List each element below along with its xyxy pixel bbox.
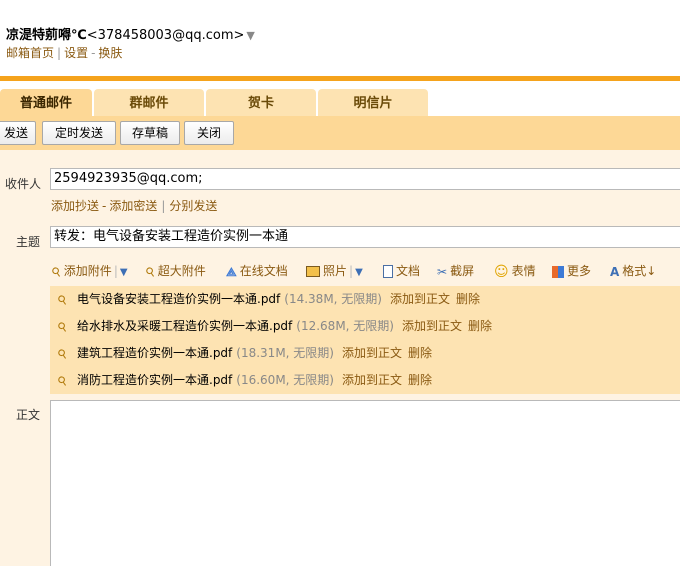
- online-docs-button[interactable]: ⟁ 在线文档: [226, 262, 288, 280]
- attachment-meta: (14.38M, 无限期): [284, 292, 382, 306]
- save-draft-button[interactable]: 存草稿: [120, 121, 180, 145]
- mail-header: 凉湜特莂嘚℃<378458003@qq.com> ▼ 邮箱首页 | 设置 - 换肤: [0, 0, 680, 76]
- chevron-down-icon[interactable]: ▼: [246, 29, 254, 42]
- docs-button[interactable]: 文档: [383, 262, 420, 280]
- list-item: ⚲ 消防工程造价实例一本通.pdf (16.60M, 无限期) 添加到正文 删除: [50, 367, 432, 394]
- list-item: ⚲ 电气设备安装工程造价实例一本通.pdf (14.38M, 无限期) 添加到正文 删除: [50, 286, 480, 313]
- add-attachment-label: 添加附件: [63, 264, 112, 278]
- paperclip-icon: ⚲: [54, 345, 71, 363]
- add-cc-link[interactable]: 添加抄送: [51, 199, 99, 213]
- large-attachment-button[interactable]: ⚲超大附件: [143, 262, 206, 280]
- user-email: <378458003@qq.com>: [86, 28, 245, 43]
- docs-label: 文档: [396, 264, 421, 278]
- emoji-label: 表情: [511, 264, 536, 278]
- attachment-meta: (16.60M, 无限期): [236, 373, 334, 387]
- grid-icon: [552, 265, 564, 278]
- delete-attachment-link[interactable]: 删除: [468, 319, 492, 333]
- link-settings[interactable]: 设置: [64, 46, 88, 60]
- link-skin[interactable]: 换肤: [98, 46, 122, 60]
- delete-attachment-link[interactable]: 删除: [408, 346, 432, 360]
- user-account[interactable]: 凉湜特莂嘚℃<378458003@qq.com> ▼: [6, 24, 255, 43]
- subject-label: 主题: [16, 235, 41, 249]
- compose-area: 收件人 2594923935@qq.com; 添加抄送 - 添加密送 | 分别发送 主题…: [0, 150, 680, 566]
- attachment-name: 消防工程造价实例一本通.pdf: [77, 373, 233, 387]
- more-button[interactable]: 更多: [552, 262, 591, 280]
- screenshot-label: 截屏: [450, 264, 475, 278]
- user-nickname: 凉湜特莂嘚℃: [6, 28, 87, 43]
- list-item: ⚲ 建筑工程造价实例一本通.pdf (18.31M, 无限期) 添加到正文 删除: [50, 340, 432, 367]
- large-attachment-label: 超大附件: [157, 264, 206, 278]
- attachment-name: 给水排水及采暖工程造价实例一本通.pdf: [77, 319, 293, 333]
- close-button[interactable]: 关闭: [184, 121, 234, 145]
- photos-button[interactable]: 照片 | ▼: [306, 262, 363, 280]
- divider: |: [349, 264, 354, 278]
- separate-send-link[interactable]: 分别发送: [169, 199, 217, 213]
- attachment-meta: (18.31M, 无限期): [236, 346, 334, 360]
- document-icon: [383, 265, 393, 278]
- attachment-name: 电气设备安装工程造价实例一本通.pdf: [77, 292, 281, 306]
- list-item: ⚲ 给水排水及采暖工程造价实例一本通.pdf (12.68M, 无限期) 添加到正文删…: [50, 313, 492, 340]
- screenshot-button[interactable]: ✂ 截屏: [437, 262, 474, 280]
- paperclip-icon: ⚲: [54, 372, 71, 390]
- link-mailbox-home[interactable]: 邮箱首页: [6, 46, 54, 60]
- add-attachment-button[interactable]: ⚲添加附件 | ▼: [49, 262, 128, 280]
- subject-field[interactable]: 转发：电气设备安装工程造价实例一本通: [50, 226, 680, 248]
- chevron-down-icon[interactable]: ▼: [355, 267, 363, 278]
- tab-group-mail[interactable]: 群邮件: [94, 89, 204, 117]
- body-label: 正文: [16, 408, 41, 422]
- divider: -: [91, 46, 96, 60]
- divider: -: [102, 199, 107, 213]
- header-divider: [0, 76, 680, 81]
- divider: |: [57, 46, 62, 60]
- share-icon: ⟁: [226, 264, 237, 279]
- attachment-name: 建筑工程造价实例一本通.pdf: [77, 346, 233, 360]
- smiley-icon: ☺: [494, 263, 509, 280]
- send-button[interactable]: 发送: [0, 121, 36, 145]
- format-button[interactable]: A 格式↓: [610, 262, 656, 280]
- photos-label: 照片: [323, 264, 348, 278]
- compose-tabs: 普通邮件 群邮件 贺卡 明信片: [0, 89, 680, 117]
- add-to-body-link[interactable]: 添加到正文: [402, 319, 462, 333]
- more-label: 更多: [567, 264, 592, 278]
- add-to-body-link[interactable]: 添加到正文: [390, 292, 450, 306]
- chevron-down-icon[interactable]: ▼: [120, 267, 128, 278]
- attachment-list: ⚲ 电气设备安装工程造价实例一本通.pdf (14.38M, 无限期) 添加到正文 删除…: [50, 286, 680, 394]
- image-icon: [306, 266, 320, 277]
- compose-toolbar: 发送 定时发送 存草稿 关闭: [0, 116, 680, 150]
- subject-value: 转发：电气设备安装工程造价实例一本通: [54, 229, 289, 244]
- divider: |: [113, 264, 118, 278]
- paperclip-icon: ⚲: [54, 318, 71, 336]
- font-icon: A: [610, 264, 620, 279]
- to-field[interactable]: 2594923935@qq.com;: [50, 168, 680, 190]
- to-label: 收件人: [5, 177, 42, 191]
- emoji-button[interactable]: ☺ 表情: [494, 262, 536, 280]
- body-editor[interactable]: [50, 400, 680, 566]
- add-bcc-link[interactable]: 添加密送: [109, 199, 157, 213]
- scheduled-send-button[interactable]: 定时发送: [42, 121, 116, 145]
- recipient-links: 添加抄送 - 添加密送 | 分别发送: [51, 197, 217, 214]
- attachment-meta: (12.68M, 无限期): [296, 319, 394, 333]
- to-value: 2594923935@qq.com;: [54, 171, 203, 186]
- header-links: 邮箱首页 | 设置 - 换肤: [6, 44, 122, 61]
- delete-attachment-link[interactable]: 删除: [456, 292, 480, 306]
- online-docs-label: 在线文档: [239, 264, 288, 278]
- paperclip-icon: ⚲: [142, 263, 159, 280]
- paperclip-icon: ⚲: [48, 263, 65, 280]
- divider: |: [161, 199, 166, 213]
- tab-postcard[interactable]: 明信片: [318, 89, 428, 117]
- add-to-body-link[interactable]: 添加到正文: [342, 346, 402, 360]
- tab-greeting-card[interactable]: 贺卡: [206, 89, 316, 117]
- delete-attachment-link[interactable]: 删除: [408, 373, 432, 387]
- tab-normal-mail[interactable]: 普通邮件: [0, 89, 92, 117]
- add-to-body-link[interactable]: 添加到正文: [342, 373, 402, 387]
- paperclip-icon: ⚲: [54, 291, 71, 309]
- format-label: 格式↓: [622, 264, 657, 278]
- scissors-icon: ✂: [437, 264, 448, 279]
